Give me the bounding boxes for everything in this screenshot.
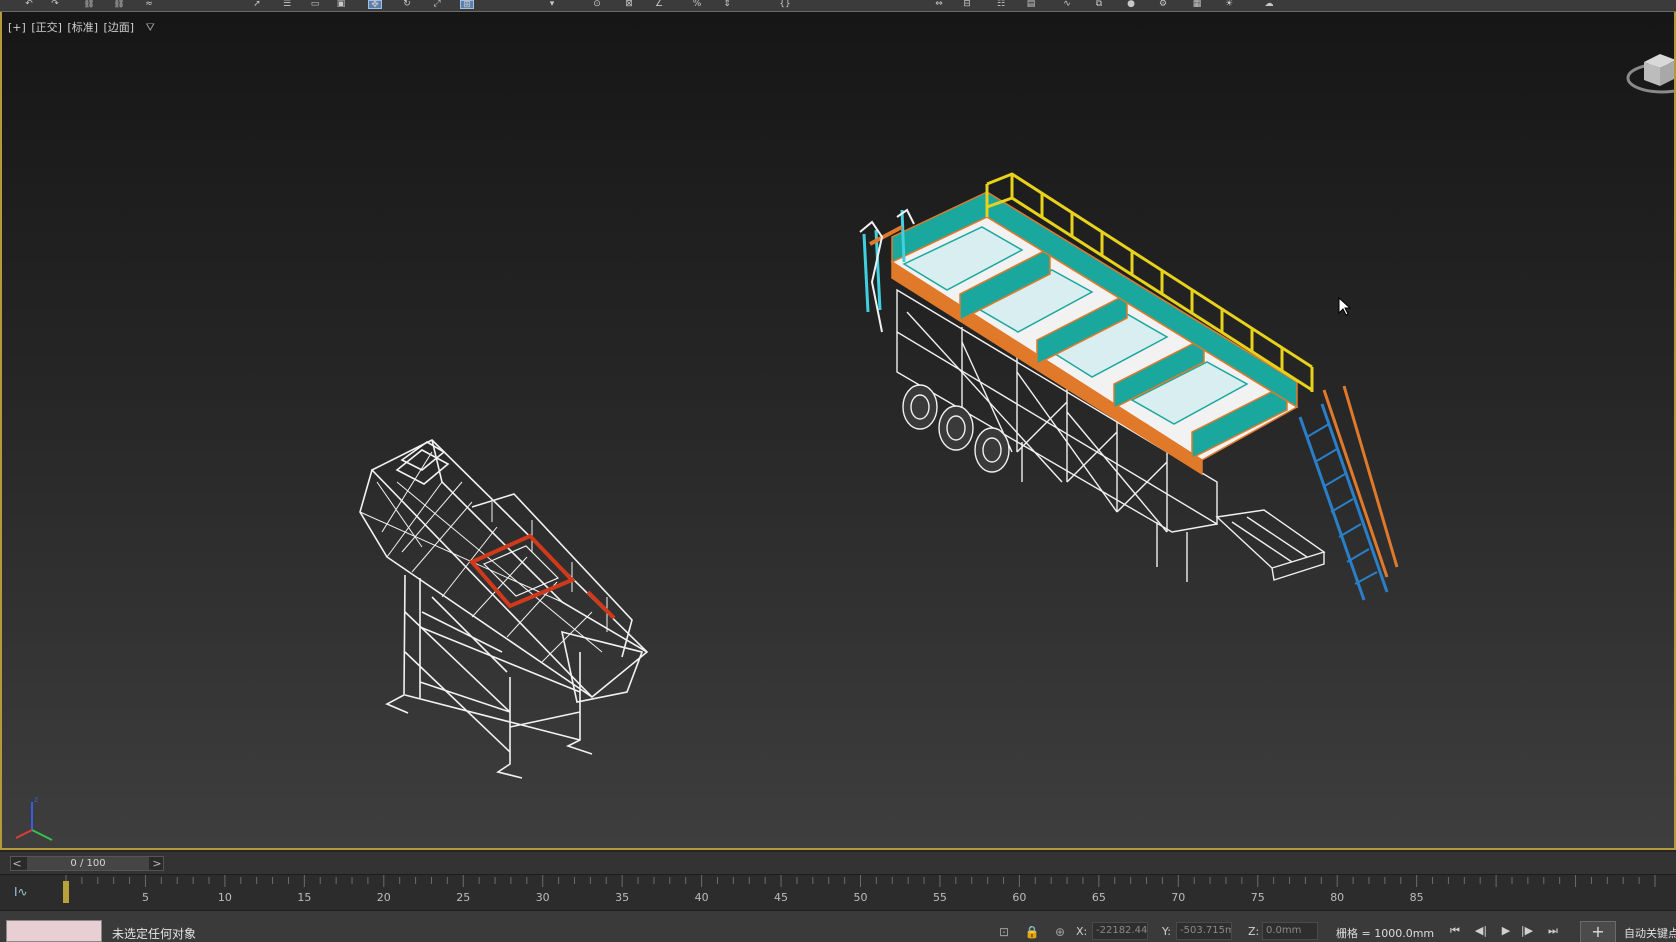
trailer-wheels [902, 384, 1010, 473]
app-window: ↶ ↷ ⛓ ⛓ ≈ ➚ ☰ ▭ ▣ ✥ ↻ ⤢ ⊞ ▾ ⊙ ⊠ ∠% ⇕ {} ⇔ ⊟ ☷ ▤ ∿ ⧉ ● ⚙ ▦ ☀ ☁ [+] [正交… [0, 0, 1676, 942]
rotate-icon[interactable]: ↻ [400, 0, 414, 9]
render-frame-icon[interactable]: ▦ [1190, 0, 1204, 9]
track-tick-label: 60 [1012, 891, 1026, 904]
time-slider-thumb[interactable]: 0 / 100 [27, 857, 149, 870]
main-toolbar: ↶ ↷ ⛓ ⛓ ≈ ➚ ☰ ▭ ▣ ✥ ↻ ⤢ ⊞ ▾ ⊙ ⊠ ∠% ⇕ {} ⇔ ⊟ ☷ ▤ ∿ ⧉ ● ⚙ ▦ ☀ ☁ [0, 0, 1676, 12]
track-tick-label: 70 [1171, 891, 1185, 904]
axis-tripod-icon: z [15, 795, 53, 841]
current-frame-indicator[interactable] [63, 881, 69, 903]
render-setup-icon[interactable]: ⚙ [1156, 0, 1170, 9]
selection-status-text: 未选定任何对象 [112, 927, 197, 941]
curve-editor-icon[interactable]: ∿ [1060, 0, 1074, 9]
auto-key-button[interactable]: 自动关键点 [1624, 925, 1676, 941]
bind-space-warp-icon[interactable]: ≈ [142, 0, 156, 9]
time-slider-bar: < 0 / 100 > [0, 852, 1676, 874]
scene-geometry[interactable] [2, 12, 1674, 848]
align-icon[interactable]: ⊟ [960, 0, 974, 9]
angle-snap-icon[interactable]: ∠ [652, 0, 666, 9]
go-to-end-icon[interactable]: ⏭ [1544, 923, 1562, 939]
material-editor-icon[interactable]: ● [1124, 0, 1138, 9]
render-icon[interactable]: ☀ [1222, 0, 1236, 9]
track-tick-label: 40 [695, 891, 709, 904]
window-crossing-icon[interactable]: ▣ [334, 0, 348, 9]
isolate-selection-icon[interactable]: ⊡ [996, 924, 1012, 940]
track-tick-label: 20 [377, 891, 391, 904]
mirror-icon[interactable]: ⇔ [932, 0, 946, 9]
link-icon[interactable]: ⛓ [82, 0, 96, 9]
prev-frame-arrow[interactable]: < [11, 857, 23, 870]
mouse-cursor-icon [1338, 297, 1352, 316]
y-coord-field[interactable]: -503.715m [1176, 922, 1232, 940]
track-tick-label: 5 [142, 891, 149, 904]
z-coord-field[interactable]: 0.0mm [1262, 922, 1318, 940]
percent-snap-icon[interactable]: % [690, 0, 704, 9]
track-tick-label: 75 [1251, 891, 1265, 904]
viewcube-icon[interactable] [1622, 42, 1674, 102]
track-tick-label: 30 [536, 891, 550, 904]
layer-explorer-icon[interactable]: ☷ [994, 0, 1008, 9]
ribbon-icon[interactable]: ▤ [1024, 0, 1038, 9]
placement-icon[interactable]: ⊞ [460, 0, 474, 10]
track-tick-label: 15 [297, 891, 311, 904]
rect-selection-icon[interactable]: ▭ [308, 0, 322, 9]
track-tick-label: 10 [218, 891, 232, 904]
redo-icon[interactable]: ↷ [48, 0, 62, 9]
track-tick-label: 25 [456, 891, 470, 904]
select-by-name-icon[interactable]: ☰ [280, 0, 294, 9]
svg-text:z: z [34, 795, 38, 804]
set-key-button[interactable]: + [1580, 921, 1616, 942]
track-tick-label: 65 [1092, 891, 1106, 904]
snap-toggle-icon[interactable]: ⊠ [622, 0, 636, 9]
play-icon[interactable]: ▶ [1497, 923, 1515, 939]
go-to-start-icon[interactable]: ⏮ [1446, 923, 1464, 939]
x-coord-field[interactable]: -22182.44 [1092, 922, 1148, 940]
spinner-snap-icon[interactable]: ⇕ [720, 0, 734, 9]
previous-frame-icon[interactable]: ◀| [1472, 923, 1490, 939]
track-bar[interactable]: I∿ 5 10 15 20 25 30 35 40 45 50 55 60 65 70 75 80 85 [0, 874, 1676, 910]
access-ladder [1298, 385, 1399, 601]
named-selection-icon[interactable]: {} [778, 0, 792, 9]
track-tick-label: 55 [933, 891, 947, 904]
absolute-mode-icon[interactable]: ⊕ [1052, 924, 1068, 940]
time-slider[interactable]: < 0 / 100 > [10, 856, 164, 871]
track-tick-label: 85 [1410, 891, 1424, 904]
next-frame-icon[interactable]: |▶ [1518, 923, 1536, 939]
move-icon[interactable]: ✥ [368, 0, 382, 10]
undo-icon[interactable]: ↶ [22, 0, 36, 9]
unlink-icon[interactable]: ⛓ [112, 0, 126, 9]
select-icon[interactable]: ➚ [250, 0, 264, 9]
y-coord-label: Y: [1162, 925, 1171, 938]
z-coord-label: Z: [1248, 925, 1260, 938]
scale-icon[interactable]: ⤢ [430, 0, 444, 9]
x-coord-label: X: [1076, 925, 1088, 938]
maxscript-listener-field[interactable] [6, 920, 102, 942]
selection-lock-icon[interactable]: 🔒 [1024, 924, 1040, 940]
a360-icon[interactable]: ☁ [1262, 0, 1276, 9]
track-tick-label: 35 [615, 891, 629, 904]
track-tick-label: 50 [854, 891, 868, 904]
reference-coord-icon[interactable]: ▾ [545, 0, 559, 9]
status-bar: 未选定任何对象 ⊡ 🔒 ⊕ X: -22182.44 Y: -503.715m … [0, 910, 1676, 942]
orthographic-viewport[interactable]: [+] [正交] [标准] [边面] ⛛ z [0, 12, 1676, 850]
track-tick-label: 45 [774, 891, 788, 904]
pivot-icon[interactable]: ⊙ [590, 0, 604, 9]
next-frame-arrow[interactable]: > [151, 857, 163, 870]
track-tick-label: 80 [1330, 891, 1344, 904]
schematic-icon[interactable]: ⧉ [1092, 0, 1106, 9]
grid-size-text: 栅格 = 1000.0mm [1336, 927, 1435, 940]
track-ruler[interactable]: 5 10 15 20 25 30 35 40 45 50 55 60 65 70 75 80 85 [0, 875, 1676, 911]
